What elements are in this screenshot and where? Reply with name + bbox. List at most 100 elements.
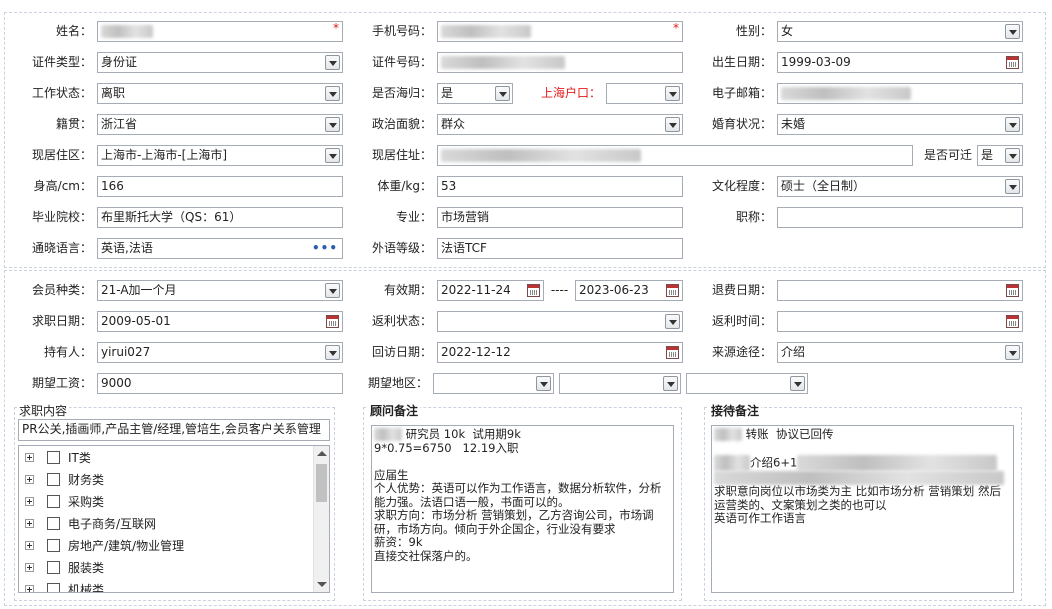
more-options-button[interactable]: ••• — [312, 239, 338, 258]
validity-end-value: 2023-06-23 — [579, 283, 649, 297]
chevron-down-icon[interactable] — [1005, 117, 1020, 132]
chevron-down-icon[interactable] — [325, 86, 340, 101]
marital-select[interactable]: 未婚 — [777, 114, 1023, 135]
birth-date-input[interactable]: 1999-03-09 — [777, 52, 1023, 73]
political-label: 政治面貌： — [371, 117, 432, 131]
job-content-summary-input[interactable]: PR公关,插画师,产品主管/经理,管培生,会员客户关系管理（ — [18, 419, 330, 441]
category-checkbox[interactable] — [47, 539, 60, 552]
member-type-label: 会员种类： — [31, 283, 92, 297]
chevron-down-icon[interactable] — [325, 345, 340, 360]
category-label: IT类 — [68, 451, 91, 465]
political-select[interactable]: 群众 — [437, 114, 683, 135]
tree-expand-icon[interactable] — [25, 519, 34, 528]
redacted-text — [441, 56, 565, 69]
category-checkbox[interactable] — [47, 517, 60, 530]
validity-start-input[interactable]: 2022-11-24 — [437, 280, 544, 301]
job-category-tree[interactable]: IT类 财务类 采购类 电子商务/互联网 房地产/建筑/物业管理 服装类 机械类 — [18, 445, 330, 593]
holder-select[interactable]: yirui027 — [97, 342, 343, 363]
tree-expand-icon[interactable] — [25, 497, 34, 506]
foreign-level-select[interactable]: 法语TCF — [437, 238, 683, 259]
salary-value: 9000 — [101, 376, 132, 390]
overseas-select[interactable]: 是 — [437, 83, 513, 104]
hukou-select[interactable] — [606, 83, 683, 104]
category-checkbox[interactable] — [47, 583, 60, 592]
tree-scrollbar[interactable] — [313, 446, 329, 592]
email-input[interactable] — [777, 83, 1023, 104]
reception-notes-textarea[interactable]: 转账 协议已回传 介绍6+1 求职意向岗位以市场类为主 比如市场分析 营销策划 … — [711, 425, 1014, 593]
work-status-select[interactable]: 离职 — [97, 83, 343, 104]
validity-end-input[interactable]: 2023-06-23 — [575, 280, 683, 301]
tree-expand-icon[interactable] — [25, 453, 34, 462]
chevron-down-icon[interactable] — [325, 55, 340, 70]
category-label: 服装类 — [68, 561, 105, 575]
email-label: 电子邮箱： — [711, 86, 772, 100]
calendar-icon[interactable] — [1006, 315, 1019, 328]
validity-label: 有效期： — [383, 283, 432, 297]
id-number-input[interactable] — [437, 52, 683, 73]
calendar-icon[interactable] — [1006, 56, 1019, 69]
region-city-select[interactable] — [559, 373, 681, 394]
residence-area-select[interactable]: 上海市-上海市-[上海市] — [97, 145, 343, 166]
chevron-down-icon[interactable] — [325, 148, 340, 163]
reception-notes-line1: 转账 协议已回传 — [742, 427, 834, 441]
chevron-down-icon[interactable] — [495, 86, 510, 101]
chevron-down-icon[interactable] — [665, 86, 680, 101]
height-input[interactable]: 166 — [97, 176, 343, 197]
member-type-select[interactable]: 21-A加一个月 — [97, 280, 343, 301]
tree-expand-icon[interactable] — [25, 475, 34, 484]
chevron-down-icon[interactable] — [1005, 179, 1020, 194]
salary-input[interactable]: 9000 — [97, 373, 343, 394]
chevron-down-icon[interactable] — [1005, 24, 1020, 39]
calendar-icon[interactable] — [666, 284, 679, 297]
region-district-select[interactable] — [686, 373, 808, 394]
consultant-notes-textarea[interactable]: 研究员 10k 试用期9k 9*0.75=6750 12.19入职 应届生 个人… — [371, 425, 674, 593]
job-title-input[interactable] — [777, 207, 1023, 228]
native-place-select[interactable]: 浙江省 — [97, 114, 343, 135]
refund-date-input[interactable] — [777, 280, 1023, 301]
rebate-status-select[interactable] — [437, 311, 683, 332]
scroll-down-icon[interactable] — [317, 582, 327, 587]
chevron-down-icon[interactable] — [665, 117, 680, 132]
major-input[interactable]: 市场营销 — [437, 207, 683, 228]
tree-expand-icon[interactable] — [25, 585, 34, 592]
category-checkbox[interactable] — [47, 495, 60, 508]
chevron-down-icon[interactable] — [325, 283, 340, 298]
chevron-down-icon[interactable] — [1005, 345, 1020, 360]
tree-expand-icon[interactable] — [25, 541, 34, 550]
chevron-down-icon[interactable] — [665, 314, 680, 329]
phone-input[interactable]: * — [437, 21, 683, 42]
id-type-select[interactable]: 身份证 — [97, 52, 343, 73]
tree-expand-icon[interactable] — [25, 563, 34, 572]
name-input[interactable]: * — [97, 21, 343, 42]
calendar-icon[interactable] — [1006, 284, 1019, 297]
source-select[interactable]: 介绍 — [777, 342, 1023, 363]
education-select[interactable]: 硕士（全日制） — [777, 176, 1023, 197]
chevron-down-icon[interactable] — [325, 117, 340, 132]
category-checkbox[interactable] — [47, 561, 60, 574]
calendar-icon[interactable] — [527, 284, 540, 297]
category-label: 房地产/建筑/物业管理 — [68, 539, 185, 553]
job-date-value: 2009-05-01 — [101, 314, 171, 328]
relocate-select[interactable]: 是 — [977, 145, 1023, 166]
chevron-down-icon[interactable] — [790, 376, 805, 391]
region-province-select[interactable] — [433, 373, 554, 394]
school-input[interactable]: 布里斯托大学（QS：61） — [97, 207, 343, 228]
job-date-input[interactable]: 2009-05-01 — [97, 311, 343, 332]
chevron-down-icon[interactable] — [663, 376, 678, 391]
revisit-date-input[interactable]: 2022-12-12 — [437, 342, 683, 363]
scroll-up-icon[interactable] — [317, 451, 327, 456]
calendar-icon[interactable] — [666, 346, 679, 359]
scroll-thumb[interactable] — [316, 464, 327, 502]
category-checkbox[interactable] — [47, 473, 60, 486]
chevron-down-icon[interactable] — [1005, 148, 1020, 163]
weight-input[interactable]: 53 — [437, 176, 683, 197]
gender-select[interactable]: 女 — [777, 21, 1023, 42]
rebate-time-input[interactable] — [777, 311, 1023, 332]
consultant-notes-title: 顾问备注 — [368, 402, 421, 419]
major-label: 专业： — [395, 210, 432, 224]
chevron-down-icon[interactable] — [536, 376, 551, 391]
calendar-icon[interactable] — [326, 315, 339, 328]
address-input[interactable] — [437, 145, 913, 166]
category-checkbox[interactable] — [47, 451, 60, 464]
language-input[interactable]: 英语,法语 ••• — [97, 238, 343, 259]
